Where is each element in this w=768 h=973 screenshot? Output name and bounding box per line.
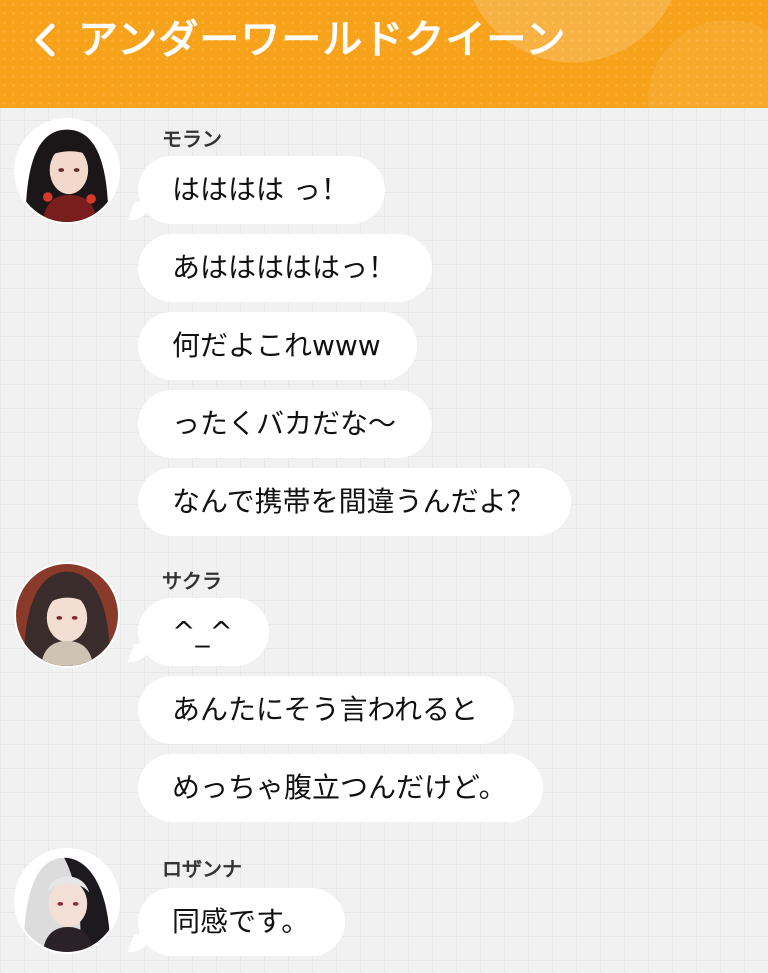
header-bar: アンダーワールドクイーン bbox=[0, 0, 768, 108]
message-text: あはははははっ！ bbox=[172, 251, 397, 284]
sender-name: ロザンナ bbox=[162, 857, 242, 881]
message-text: 何だよこれwww bbox=[172, 329, 381, 362]
message-bubble[interactable]: 何だよこれwww bbox=[138, 312, 417, 380]
message-text: 同感です。 bbox=[172, 905, 310, 938]
message-bubble[interactable]: あんたにそう言われると bbox=[138, 676, 515, 744]
chat-title: アンダーワールドクイーン bbox=[78, 17, 567, 63]
character-portrait-image bbox=[16, 564, 118, 666]
message-text: めっちゃ腹立つんだけど。 bbox=[172, 771, 507, 804]
message-text: はははは っ！ bbox=[172, 173, 349, 206]
avatar-sakura[interactable] bbox=[14, 562, 120, 668]
back-button[interactable] bbox=[24, 18, 68, 62]
sender-name: モラン bbox=[162, 127, 222, 151]
character-portrait-image bbox=[16, 120, 118, 222]
message-text: ったくバカだな～ bbox=[172, 407, 397, 440]
message-bubble[interactable]: ったくバカだな～ bbox=[138, 390, 433, 458]
message-bubble[interactable]: あはははははっ！ bbox=[138, 234, 433, 302]
message-bubble[interactable]: ^_^ bbox=[138, 598, 269, 666]
avatar-moran[interactable] bbox=[14, 118, 120, 224]
message-text: ^_^ bbox=[172, 615, 233, 648]
message-bubble[interactable]: 同感です。 bbox=[138, 888, 346, 956]
chevron-left-icon bbox=[35, 23, 55, 57]
message-text: なんで携帯を間違うんだよ？ bbox=[172, 485, 535, 518]
message-bubble[interactable]: なんで携帯を間違うんだよ？ bbox=[138, 468, 571, 536]
header-decoration-circle bbox=[648, 20, 768, 108]
character-portrait-image bbox=[16, 850, 118, 952]
message-text: あんたにそう言われると bbox=[172, 693, 479, 726]
avatar-rosanna[interactable] bbox=[14, 848, 120, 954]
message-bubble[interactable]: めっちゃ腹立つんだけど。 bbox=[138, 754, 543, 822]
sender-name: サクラ bbox=[162, 569, 222, 593]
message-bubble[interactable]: はははは っ！ bbox=[138, 156, 385, 224]
